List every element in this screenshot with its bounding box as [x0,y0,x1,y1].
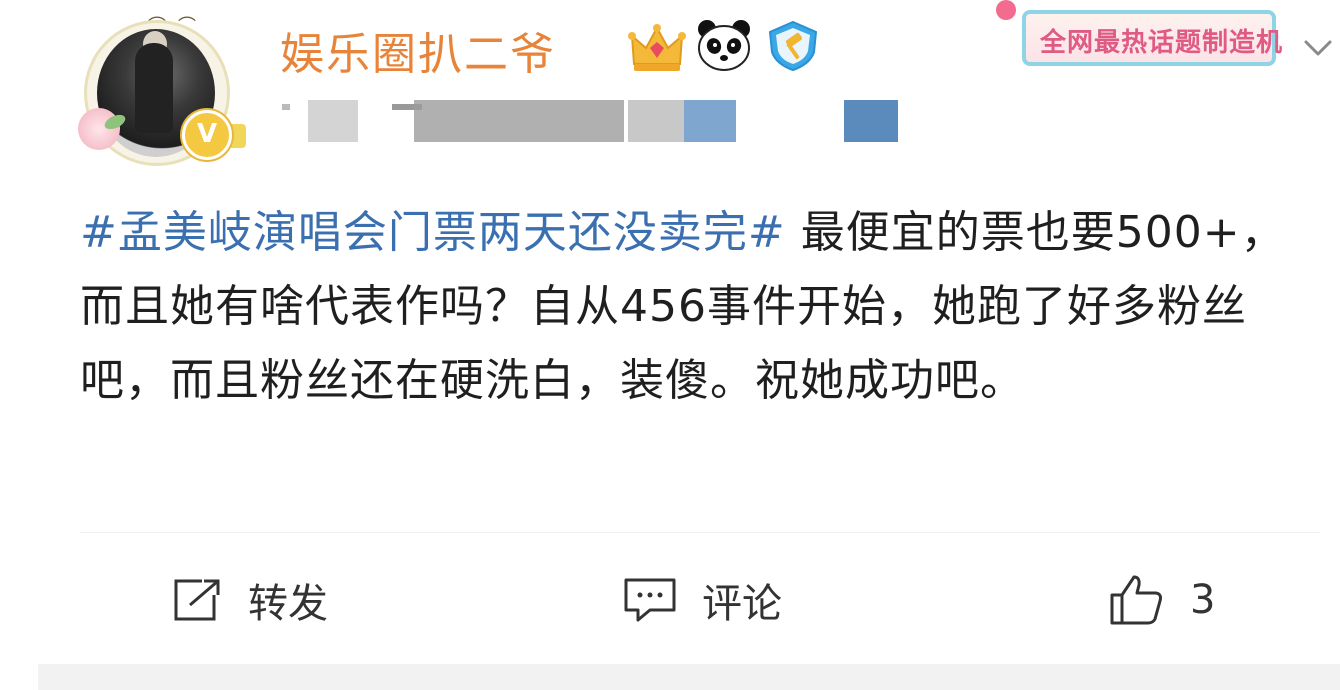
topic-tag-card[interactable]: 全网最热话题制造机 [996,0,1296,78]
post-content: #孟美岐演唱会门票两天还没卖完# 最便宜的票也要500+，而且她有啥代表作吗？自… [80,196,1330,418]
flower-decoration-icon [78,108,120,150]
avatar[interactable]: ⌒⌒ V [78,12,250,166]
repost-label: 转发 [248,581,328,627]
thumbs-up-icon [1110,575,1162,625]
avatar-figure [135,43,173,133]
username[interactable]: 娱乐圈扒二爷 [280,18,556,82]
tag-card-frame: 全网最热话题制造机 [1022,10,1282,66]
shield-hammer-icon[interactable] [766,20,820,72]
tag-card-text: 全网最热话题制造机 [1040,28,1284,58]
post-meta-blurred [282,100,898,142]
like-count: 3 [1190,577,1216,623]
topic-link[interactable]: #孟美岐演唱会门票两天还没卖完# [80,207,786,258]
chevron-down-icon[interactable] [1300,30,1336,66]
repost-icon [174,579,220,621]
comment-button[interactable]: 评论 [622,560,782,640]
weibo-post: ⌒⌒ V 娱乐圈扒二爷 [0,0,1340,690]
post-text: #孟美岐演唱会门票两天还没卖完# 最便宜的票也要500+，而且她有啥代表作吗？自… [80,196,1330,418]
comment-icon [624,578,676,622]
like-button[interactable]: 3 [1108,560,1215,640]
pin-decoration-icon [996,0,1016,20]
panda-icon[interactable] [696,18,752,72]
action-bar: 转发 评论 3 [0,560,1340,640]
next-post-edge [38,664,1340,690]
divider [80,532,1320,533]
comment-label: 评论 [702,581,782,627]
verified-v-icon: V [182,110,232,160]
repost-button[interactable]: 转发 [172,560,328,640]
crown-icon[interactable] [628,22,686,74]
